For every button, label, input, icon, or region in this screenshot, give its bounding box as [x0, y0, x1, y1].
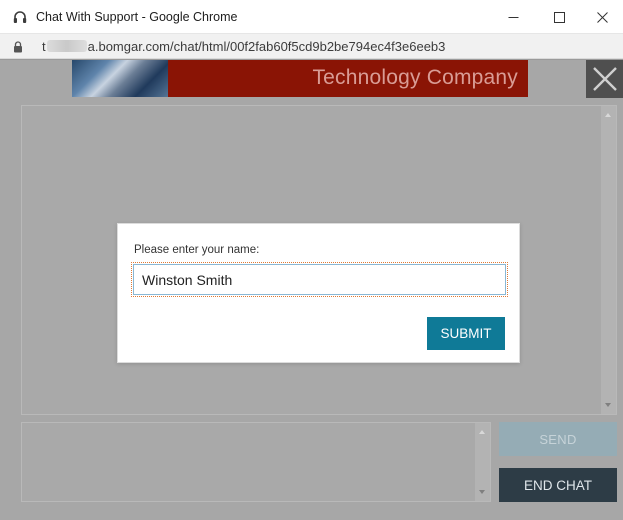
chat-page: Technology Company SEND END CHAT Please …	[0, 60, 623, 520]
url-redacted	[46, 40, 87, 52]
banner-image	[72, 60, 168, 97]
url-text[interactable]: t a.bomgar.com/chat/html/00f2fab60f5cd9b2…	[42, 39, 445, 54]
window-title: Chat With Support - Google Chrome	[36, 10, 238, 24]
close-x-icon	[592, 67, 617, 91]
name-prompt: Please enter your name:	[134, 244, 260, 256]
scroll-up-arrow[interactable]	[605, 113, 611, 117]
company-name: Technology Company	[312, 66, 518, 89]
name-dialog: Please enter your name: SUBMIT	[117, 223, 520, 363]
scroll-down-arrow[interactable]	[605, 403, 611, 407]
company-banner: Technology Company	[72, 60, 528, 97]
message-input[interactable]	[21, 422, 491, 502]
headset-icon	[13, 11, 27, 23]
minimize-button[interactable]	[491, 0, 535, 34]
window-titlebar: Chat With Support - Google Chrome	[0, 0, 623, 34]
lock-icon	[14, 41, 22, 53]
send-button[interactable]: SEND	[499, 422, 617, 456]
message-scrollbar[interactable]	[475, 423, 490, 501]
maximize-icon	[553, 11, 565, 23]
name-input[interactable]	[131, 262, 508, 297]
submit-button[interactable]: SUBMIT	[427, 317, 505, 350]
address-bar[interactable]: t a.bomgar.com/chat/html/00f2fab60f5cd9b2…	[0, 34, 623, 59]
close-icon	[596, 11, 608, 23]
message-scroll-up-arrow[interactable]	[479, 430, 485, 434]
window-close-button[interactable]	[580, 0, 623, 34]
url-prefix: t	[42, 39, 46, 54]
minimize-icon	[508, 16, 518, 18]
end-chat-button[interactable]: END CHAT	[499, 468, 617, 502]
close-chat-button[interactable]	[586, 60, 623, 98]
transcript-scrollbar[interactable]	[601, 106, 616, 414]
message-scroll-down-arrow[interactable]	[479, 490, 485, 494]
maximize-button[interactable]	[537, 0, 581, 34]
url-rest: a.bomgar.com/chat/html/00f2fab60f5cd9b2b…	[87, 39, 446, 54]
